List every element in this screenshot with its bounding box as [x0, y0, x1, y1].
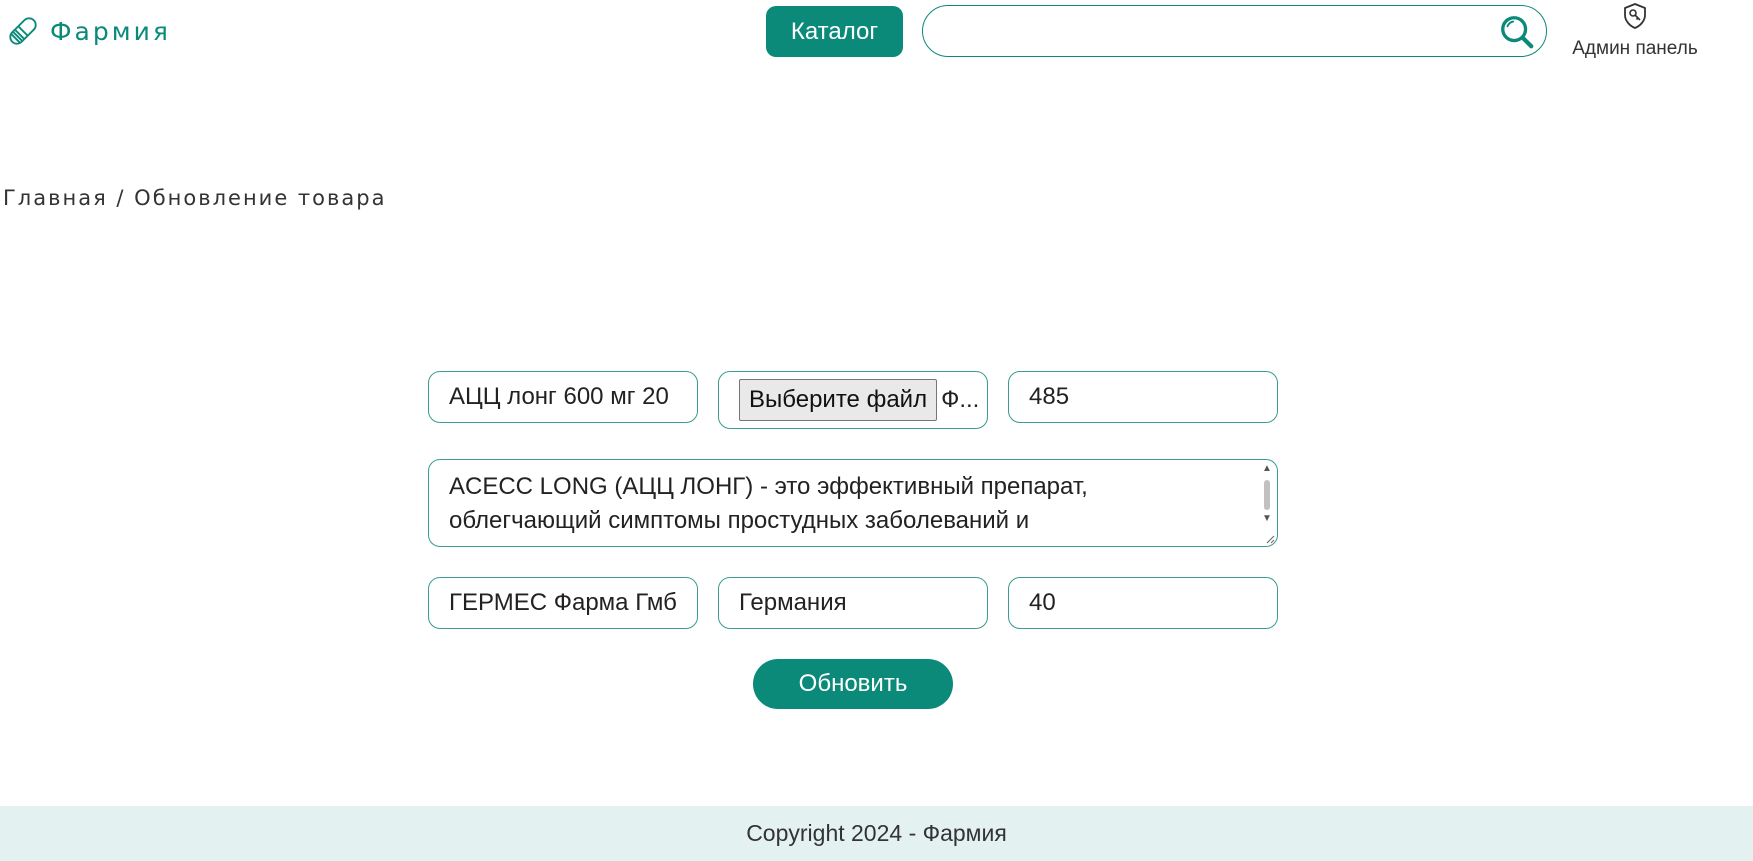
logo-link[interactable]: Фармия — [4, 12, 171, 50]
catalog-button[interactable]: Каталог — [766, 6, 903, 57]
pill-icon — [9, 17, 37, 45]
breadcrumb-home[interactable]: Главная — [3, 186, 108, 210]
scroll-down-arrow-icon[interactable]: ▼ — [1262, 514, 1272, 524]
product-name-value: АЦЦ лонг 600 мг 20 — [449, 383, 669, 410]
textarea-scrollbar[interactable]: ▲ ▼ — [1261, 464, 1273, 540]
manufacturer-value: ГЕРМЕС Фарма Гмб — [449, 589, 677, 616]
page: Фармия Каталог Админ панель Главная / Об… — [0, 0, 1753, 861]
logo-text: Фармия — [50, 16, 171, 46]
breadcrumb-current: Обновление товара — [134, 186, 387, 210]
manufacturer-input[interactable]: ГЕРМЕС Фарма Гмб — [428, 577, 698, 629]
footer-copyright: Copyright 2024 - Фармия — [746, 820, 1007, 846]
country-input[interactable]: Германия — [718, 577, 988, 629]
product-name-input[interactable]: АЦЦ лонг 600 мг 20 — [428, 371, 698, 423]
footer: Copyright 2024 - Фармия — [0, 806, 1753, 861]
search-input[interactable] — [943, 14, 1497, 50]
search-icon[interactable] — [1498, 13, 1536, 51]
price-input[interactable]: 485 — [1008, 371, 1278, 423]
choose-file-button[interactable]: Выберите файл — [739, 379, 938, 421]
country-value: Германия — [739, 589, 847, 616]
resize-grip-icon[interactable] — [1265, 534, 1275, 544]
quantity-input[interactable]: 40 — [1008, 577, 1278, 629]
scroll-up-arrow-icon[interactable]: ▲ — [1262, 464, 1272, 474]
update-button[interactable]: Обновить — [753, 659, 953, 709]
description-textarea[interactable]: ACECC LONG (АЦЦ ЛОНГ) - это эффективный … — [428, 459, 1278, 547]
breadcrumb-separator: / — [116, 186, 126, 210]
description-value: ACECC LONG (АЦЦ ЛОНГ) - это эффективный … — [449, 473, 1088, 534]
shield-key-icon — [1624, 3, 1646, 29]
search-box — [922, 5, 1547, 57]
price-value: 485 — [1029, 383, 1070, 410]
chosen-file-name: Ф... — [941, 386, 980, 413]
admin-panel-link[interactable]: Админ панель — [1560, 2, 1710, 62]
image-file-input[interactable]: Выберите файл Ф... — [718, 371, 988, 429]
quantity-value: 40 — [1029, 589, 1056, 616]
breadcrumb: Главная / Обновление товара — [3, 186, 386, 210]
scroll-thumb[interactable] — [1264, 480, 1270, 510]
admin-panel-label: Админ панель — [1572, 38, 1698, 59]
